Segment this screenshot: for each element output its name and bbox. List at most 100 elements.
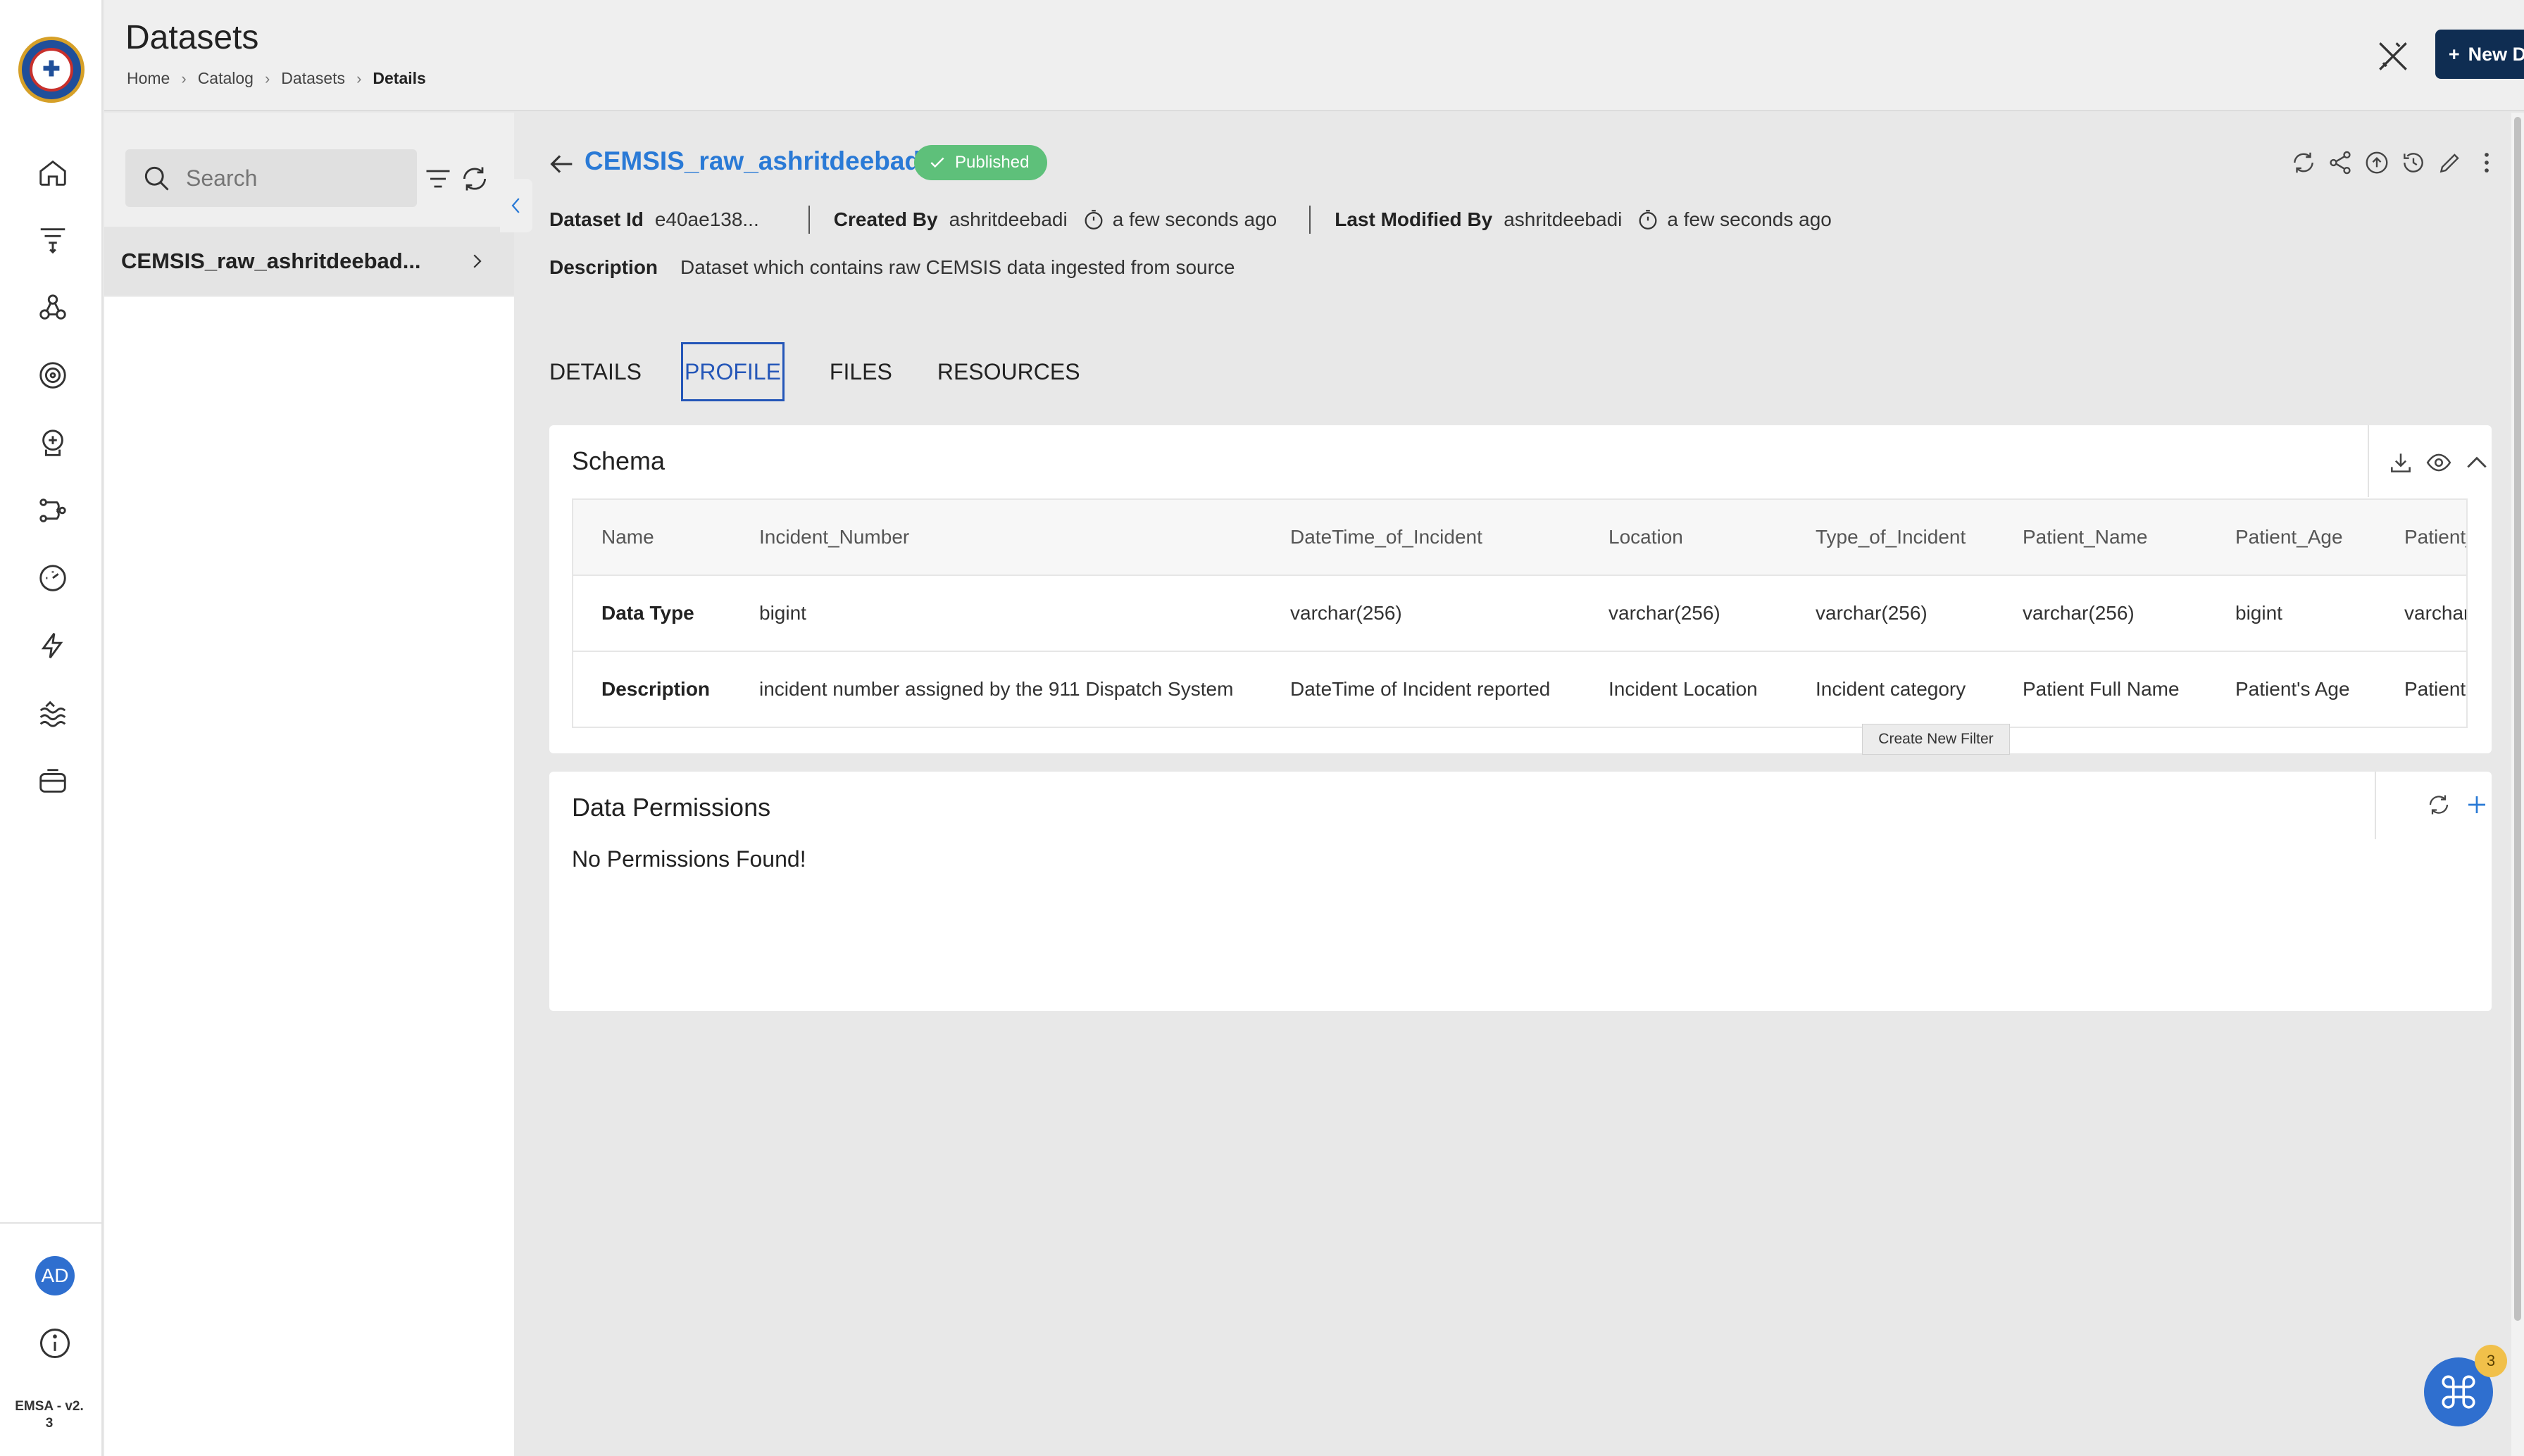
schema-cell: bigint [2235,602,2282,624]
add-filter-plus-icon[interactable] [2461,789,2493,821]
tab-files[interactable]: FILES [828,342,894,401]
schema-header-cell: Location [1608,526,1683,548]
meta-divider [1309,206,1311,234]
eye-icon[interactable] [2423,446,2455,479]
app-version: EMSA - v2. 3 [15,1399,84,1431]
card-header-divider [2375,772,2376,839]
refresh-icon[interactable] [2423,789,2455,821]
chevron-up-icon[interactable] [2461,446,2493,479]
created-time: a few seconds ago [1112,208,1277,230]
breadcrumb-home[interactable]: Home [127,69,170,88]
rail-divider [0,1222,103,1224]
refresh-icon[interactable] [459,163,490,194]
schema-header-cell: Patient_Age [2235,526,2343,548]
schema-table: Name Incident_Number DateTime_of_Inciden… [572,498,2468,728]
share-icon[interactable] [2324,146,2356,179]
notification-count-badge: 3 [2475,1345,2507,1377]
gauge-icon[interactable] [34,559,72,597]
home-icon[interactable] [34,153,72,192]
modified-by-value: ashritdeebadi [1504,208,1623,230]
meta-divider [808,206,810,234]
nav-rail: ✚ AD EMSA - v2. 3 [0,0,103,1456]
new-dataset-button[interactable]: + New Dataset [2435,30,2524,79]
history-icon[interactable] [2397,146,2430,179]
schema-card: Schema Name Incident_Number DateTime_of_… [549,425,2492,753]
status-label: Published [955,153,1030,172]
schema-header-cell: Patient_ [2404,526,2466,548]
dataset-id-value[interactable]: e40ae138... [655,208,759,231]
schema-cell: varchar(256) [1608,602,1720,624]
storage-box-icon[interactable] [34,762,72,800]
tab-profile[interactable]: PROFILE [681,342,785,401]
tools-icon[interactable] [2373,37,2413,76]
back-arrow-icon[interactable] [545,148,577,180]
detail-tabs: DETAILS PROFILE FILES RESOURCES [548,342,1124,401]
more-vertical-icon[interactable] [2470,146,2503,179]
emsa-logo[interactable]: ✚ [18,37,85,103]
sync-icon[interactable] [2287,146,2320,179]
filter-icon[interactable] [423,163,454,194]
scrollbar-thumb[interactable] [2514,117,2521,1321]
chevron-right-icon [466,251,487,272]
schema-cell: bigint [759,602,806,624]
schema-cell: Incident category [1816,678,1966,700]
upload-icon[interactable] [2361,146,2393,179]
schema-cell: varchar [2404,602,2468,624]
search-input[interactable] [186,165,397,192]
breadcrumb-details: Details [373,69,426,87]
dataset-list-item[interactable]: CEMSIS_raw_ashritdeebad... [104,227,514,296]
tab-resources[interactable]: RESOURCES [936,342,1082,401]
schema-header-cell: Name [601,526,654,548]
breadcrumb-catalog[interactable]: Catalog [198,69,254,88]
download-icon[interactable] [2385,446,2417,479]
schema-cell: Incident Location [1608,678,1758,700]
card-header-divider [2368,425,2369,497]
schema-actions [2385,446,2493,479]
permissions-title: Data Permissions [572,793,771,822]
chevron-right-icon: › [356,69,362,87]
list-panel-body [104,297,514,1456]
user-avatar[interactable]: AD [35,1256,75,1295]
settings-target-icon[interactable] [34,356,72,394]
lightning-icon[interactable] [34,627,72,665]
pipeline-flow-icon[interactable] [34,491,72,529]
table-row: Description incident number assigned by … [573,652,2466,727]
edit-pencil-icon[interactable] [2434,146,2466,179]
schema-cell: DateTime of Incident reported [1290,678,1551,700]
schema-row-label: Description [601,678,711,700]
table-row: Data Type bigint varchar(256) varchar(25… [573,576,2468,652]
new-dataset-label: New Dataset [2468,43,2524,65]
chevron-right-icon: › [181,69,187,87]
dataset-description: Description Dataset which contains raw C… [549,256,1235,279]
schema-title: Schema [572,446,666,475]
water-waves-icon[interactable] [34,694,72,732]
brain-head-icon[interactable] [34,424,72,462]
status-badge: Published [914,145,1048,180]
command-icon [2442,1375,2475,1409]
schema-header-row: Name Incident_Number DateTime_of_Inciden… [573,500,2466,576]
create-filter-tooltip: Create New Filter [1862,724,2010,755]
modified-time: a few seconds ago [1667,208,1832,230]
schema-header-cell: Patient_Name [2023,526,2148,548]
check-icon [930,157,944,168]
tab-details[interactable]: DETAILS [548,342,643,401]
schema-cell: Patient [2404,678,2466,700]
dataset-title: CEMSIS_raw_ashritdeebadi [585,146,928,175]
schema-cell: Patient's Age [2235,678,2350,700]
dataset-details: CEMSIS_raw_ashritdeebadi Published Datas… [516,113,2524,1456]
search-box[interactable] [125,149,417,207]
schema-cell: varchar(256) [2023,602,2135,624]
filter-funnel-icon[interactable] [34,221,72,259]
schema-header-cell: DateTime_of_Incident [1290,526,1482,548]
created-by-label: Created By [833,208,938,230]
schema-cell: Patient Full Name [2023,678,2180,700]
breadcrumb: Home › Catalog › Datasets › Details [127,69,426,88]
molecule-icon[interactable] [34,289,72,327]
info-icon[interactable] [37,1325,73,1362]
schema-row-label: Data Type [601,602,694,624]
schema-cell: varchar(256) [1816,602,1928,624]
breadcrumb-datasets[interactable]: Datasets [281,69,345,88]
description-label: Description [549,256,658,278]
dataset-list-item-label: CEMSIS_raw_ashritdeebad... [121,249,421,273]
timer-icon [1636,208,1660,232]
